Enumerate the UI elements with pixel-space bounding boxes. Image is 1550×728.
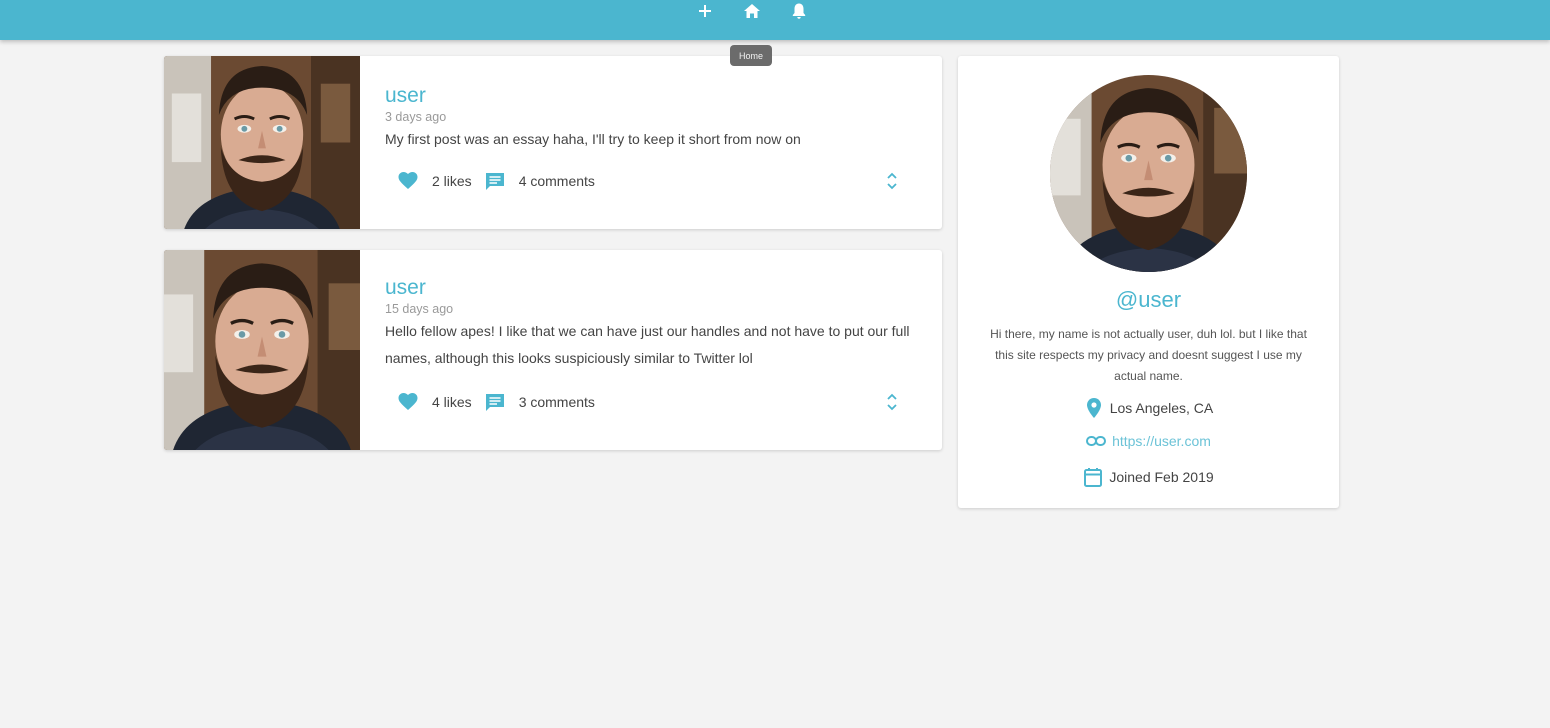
map-pin-icon — [1084, 397, 1104, 419]
post-username[interactable]: user — [385, 276, 426, 300]
post-body: Hello fellow apes! I like that we can ha… — [385, 323, 910, 366]
profile-card: @user Hi there, my name is not actually … — [958, 56, 1339, 508]
comment-button[interactable]: 3 comments — [484, 392, 595, 412]
profile-bio: Hi there, my name is not actually user, … — [990, 327, 1307, 383]
calendar-icon — [1083, 466, 1103, 488]
home-tooltip: Home — [730, 45, 772, 66]
post-username[interactable]: user — [385, 84, 426, 108]
post-card: user 3 days ago My first post was an ess… — [164, 56, 942, 229]
post-timestamp: 3 days ago — [385, 110, 447, 124]
like-count: 4 likes — [432, 394, 472, 410]
top-app-bar — [0, 0, 1550, 40]
like-button[interactable]: 4 likes — [397, 392, 472, 412]
heart-icon — [397, 171, 419, 191]
unfold-icon — [887, 393, 897, 411]
comment-count: 3 comments — [518, 394, 595, 410]
profile-website: https://user.com — [958, 430, 1339, 452]
notifications-button[interactable] — [784, 0, 814, 22]
post-content: user 15 days ago Hello fellow apes! I li… — [385, 250, 912, 372]
bell-icon — [792, 3, 806, 19]
website-link[interactable]: https://user.com — [1112, 433, 1211, 449]
joined-text: Joined Feb 2019 — [1109, 469, 1214, 485]
link-icon — [1086, 430, 1107, 452]
profile-joined: Joined Feb 2019 — [958, 466, 1339, 488]
chat-icon — [484, 171, 506, 191]
profile-location: Los Angeles, CA — [958, 397, 1339, 419]
chat-icon — [484, 392, 506, 412]
unfold-icon — [887, 172, 897, 190]
post-card: user 15 days ago Hello fellow apes! I li… — [164, 250, 942, 450]
heart-icon — [397, 392, 419, 412]
location-text: Los Angeles, CA — [1109, 400, 1214, 416]
avatar — [1050, 75, 1247, 272]
post-image — [164, 250, 360, 450]
home-icon — [744, 4, 760, 18]
comment-button[interactable]: 4 comments — [484, 171, 595, 191]
post-content: user 3 days ago My first post was an ess… — [385, 56, 912, 153]
plus-icon — [699, 5, 711, 17]
post-body: My first post was an essay haha, I'll tr… — [385, 131, 801, 147]
post-actions: 4 likes 3 comments — [397, 390, 902, 414]
like-count: 2 likes — [432, 173, 472, 189]
post-timestamp: 15 days ago — [385, 302, 454, 316]
profile-handle[interactable]: @user — [958, 285, 1339, 315]
home-button[interactable] — [737, 0, 767, 22]
add-post-button[interactable] — [690, 0, 720, 22]
comment-count: 4 comments — [518, 173, 595, 189]
post-actions: 2 likes 4 comments — [397, 169, 902, 193]
expand-post-button[interactable] — [882, 169, 902, 193]
expand-post-button[interactable] — [882, 390, 902, 414]
post-image — [164, 56, 360, 229]
like-button[interactable]: 2 likes — [397, 171, 472, 191]
